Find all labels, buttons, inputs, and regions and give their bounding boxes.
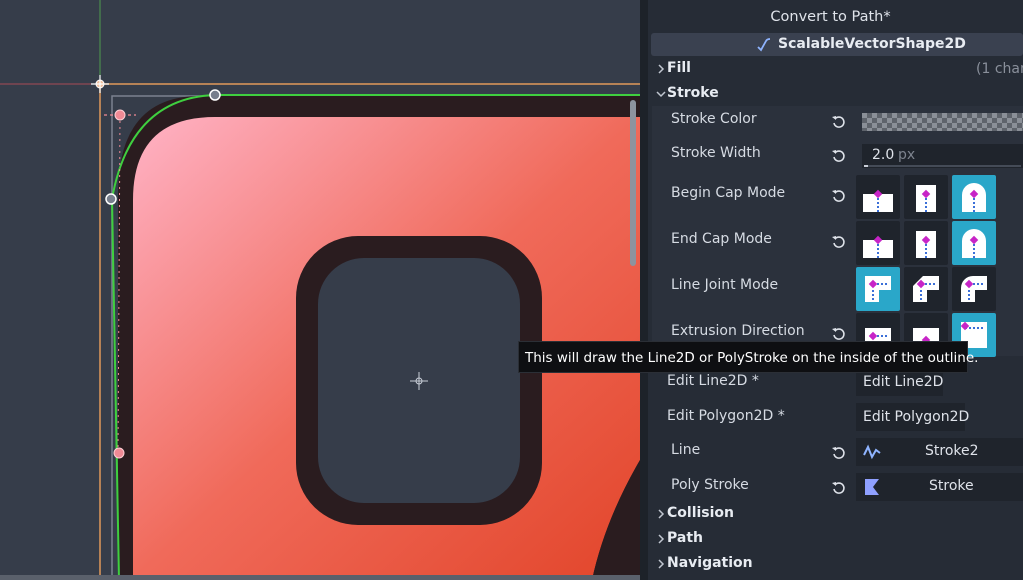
node-origin-icon[interactable] bbox=[91, 75, 109, 93]
control-handle[interactable] bbox=[113, 447, 125, 459]
poly-stroke-node-picker[interactable]: Stroke bbox=[856, 473, 1023, 501]
chevron-right-icon bbox=[658, 534, 665, 544]
stroke-path-left bbox=[111, 198, 120, 580]
cap-none-icon bbox=[863, 189, 893, 212]
stroke-width-unit: px bbox=[898, 147, 916, 163]
inspector-panel: Convert to Path* ScalableVectorShape2D F… bbox=[648, 0, 1023, 580]
convert-to-path-button[interactable]: Convert to Path* bbox=[652, 6, 1023, 28]
revert-icon[interactable] bbox=[831, 445, 847, 461]
revert-icon[interactable] bbox=[831, 114, 847, 130]
control-handle[interactable] bbox=[114, 109, 126, 121]
end-cap-mode-label: End Cap Mode bbox=[671, 231, 772, 247]
cap-none-icon bbox=[863, 235, 893, 258]
panel-splitter[interactable] bbox=[640, 0, 648, 580]
joint-sharp-button[interactable] bbox=[856, 267, 900, 311]
section-stroke-title: Stroke bbox=[667, 85, 719, 101]
curve-handle[interactable] bbox=[209, 89, 221, 101]
end-cap-mode-row: End Cap Mode bbox=[648, 221, 1023, 267]
horizontal-scrollbar[interactable] bbox=[0, 575, 640, 580]
joint-bevel-button[interactable] bbox=[904, 267, 948, 311]
path-node-icon bbox=[757, 38, 771, 52]
chevron-right-icon bbox=[658, 509, 665, 519]
cap-round-icon bbox=[962, 183, 986, 212]
edit-polygon2d-button[interactable]: Edit Polygon2D bbox=[856, 403, 969, 431]
stroke-width-spinbox[interactable]: 2.0 px bbox=[862, 144, 1023, 168]
begin-cap-mode-row: Begin Cap Mode bbox=[648, 175, 1023, 221]
cap-box-button[interactable] bbox=[904, 221, 948, 265]
section-fill[interactable]: Fill (1 chan bbox=[648, 58, 1023, 80]
polygon2d-icon bbox=[865, 479, 879, 495]
line-node-value: Stroke2 bbox=[925, 443, 979, 459]
begin-cap-mode-label: Begin Cap Mode bbox=[671, 185, 786, 201]
cap-round-button[interactable] bbox=[952, 175, 996, 219]
cap-none-button[interactable] bbox=[856, 221, 900, 265]
curve-handle[interactable] bbox=[105, 193, 117, 205]
node-type-header: ScalableVectorShape2D bbox=[651, 33, 1023, 56]
cap-box-icon bbox=[916, 231, 936, 258]
revert-icon[interactable] bbox=[831, 480, 847, 496]
poly-stroke-label: Poly Stroke bbox=[671, 477, 749, 493]
stroke-width-value: 2.0 bbox=[872, 147, 895, 163]
line2d-icon bbox=[863, 444, 881, 460]
joint-round-button[interactable] bbox=[952, 267, 996, 311]
stroke-color-picker[interactable] bbox=[862, 113, 1023, 131]
line-joint-mode-label: Line Joint Mode bbox=[671, 277, 779, 293]
edit-line2d-label: Edit Line2D * bbox=[667, 373, 759, 389]
cap-box-icon bbox=[916, 185, 936, 212]
joint-sharp-icon bbox=[865, 276, 891, 302]
joint-round-icon bbox=[961, 276, 987, 302]
poly-stroke-node-value: Stroke bbox=[929, 478, 974, 494]
stroke-width-row: Stroke Width 2.0 px bbox=[648, 142, 1023, 168]
section-collision-title: Collision bbox=[667, 505, 735, 521]
chevron-right-icon bbox=[658, 559, 665, 569]
vertical-scrollbar[interactable] bbox=[630, 100, 636, 266]
section-fill-title: Fill bbox=[667, 60, 691, 76]
convert-to-path-label: Convert to Path* bbox=[770, 9, 891, 25]
section-stroke[interactable]: Stroke bbox=[648, 83, 1023, 105]
chevron-down-icon bbox=[656, 91, 666, 98]
node-type-label: ScalableVectorShape2D bbox=[778, 36, 966, 52]
section-path[interactable]: Path bbox=[648, 528, 1023, 550]
section-path-title: Path bbox=[667, 530, 703, 546]
tooltip: This will draw the Line2D or PolyStroke … bbox=[518, 341, 978, 373]
stroke-width-slider[interactable] bbox=[864, 165, 1021, 167]
canvas-svg bbox=[0, 0, 640, 580]
extrusion-direction-label: Extrusion Direction bbox=[671, 323, 805, 339]
stroke-width-label: Stroke Width bbox=[671, 145, 761, 161]
line-row: Line Stroke2 bbox=[648, 437, 1023, 467]
revert-icon[interactable] bbox=[831, 326, 847, 342]
cap-none-button[interactable] bbox=[856, 175, 900, 219]
section-navigation-title: Navigation bbox=[667, 555, 753, 571]
cap-round-button[interactable] bbox=[952, 221, 996, 265]
edit-line2d-button-label: Edit Line2D bbox=[863, 374, 944, 390]
revert-icon[interactable] bbox=[831, 234, 847, 250]
cap-round-icon bbox=[962, 229, 986, 258]
revert-icon[interactable] bbox=[831, 188, 847, 204]
stroke-color-label: Stroke Color bbox=[671, 111, 757, 127]
edit-polygon2d-button-label: Edit Polygon2D bbox=[863, 409, 970, 425]
revert-icon[interactable] bbox=[831, 148, 847, 164]
cap-box-button[interactable] bbox=[904, 175, 948, 219]
canvas-viewport[interactable] bbox=[0, 0, 640, 580]
fill-changes-note: (1 chan bbox=[976, 61, 1023, 77]
poly-stroke-row: Poly Stroke Stroke bbox=[648, 472, 1023, 502]
stroke-color-row: Stroke Color bbox=[648, 108, 1023, 134]
line-node-picker[interactable]: Stroke2 bbox=[856, 438, 1023, 466]
edit-polygon2d-row: Edit Polygon2D * Edit Polygon2D bbox=[648, 401, 1023, 431]
joint-bevel-icon bbox=[913, 276, 939, 302]
chevron-right-icon bbox=[658, 64, 665, 74]
section-collision[interactable]: Collision bbox=[648, 503, 1023, 525]
line-label: Line bbox=[671, 442, 701, 458]
section-navigation[interactable]: Navigation bbox=[648, 553, 1023, 575]
edit-polygon2d-label: Edit Polygon2D * bbox=[667, 408, 785, 424]
line-joint-mode-row: Line Joint Mode bbox=[648, 267, 1023, 313]
